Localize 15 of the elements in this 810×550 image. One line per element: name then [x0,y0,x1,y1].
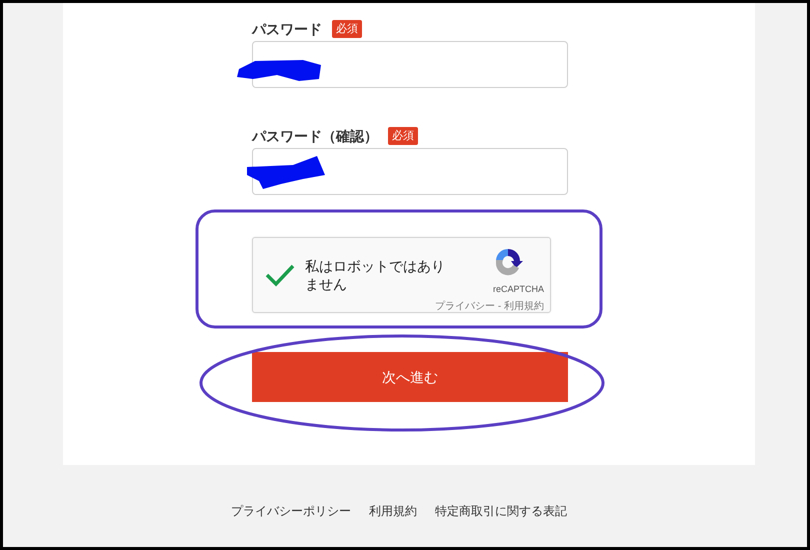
footer-link[interactable]: 特定商取引に関する表記 [435,502,567,520]
password-field[interactable] [252,148,568,195]
captcha-checkbox[interactable] [265,262,295,288]
footer-link[interactable]: 利用規約 [369,502,417,520]
required-badge: 必須 [388,126,418,146]
next-button[interactable]: 次へ進む [252,352,568,402]
field-label: パスワード [252,20,322,38]
recaptcha-brand: reCAPTCHA [492,283,544,296]
captcha-privacy-links[interactable]: プライバシー - 利用規約 [435,298,544,314]
password-field[interactable] [252,41,568,88]
footer-link[interactable]: プライバシーポリシー [231,502,351,520]
captcha-label: 私はロボットではありません [305,257,446,293]
check-icon [265,263,295,287]
field-label: パスワード（確認） [252,126,378,146]
required-badge: 必須 [332,20,362,38]
